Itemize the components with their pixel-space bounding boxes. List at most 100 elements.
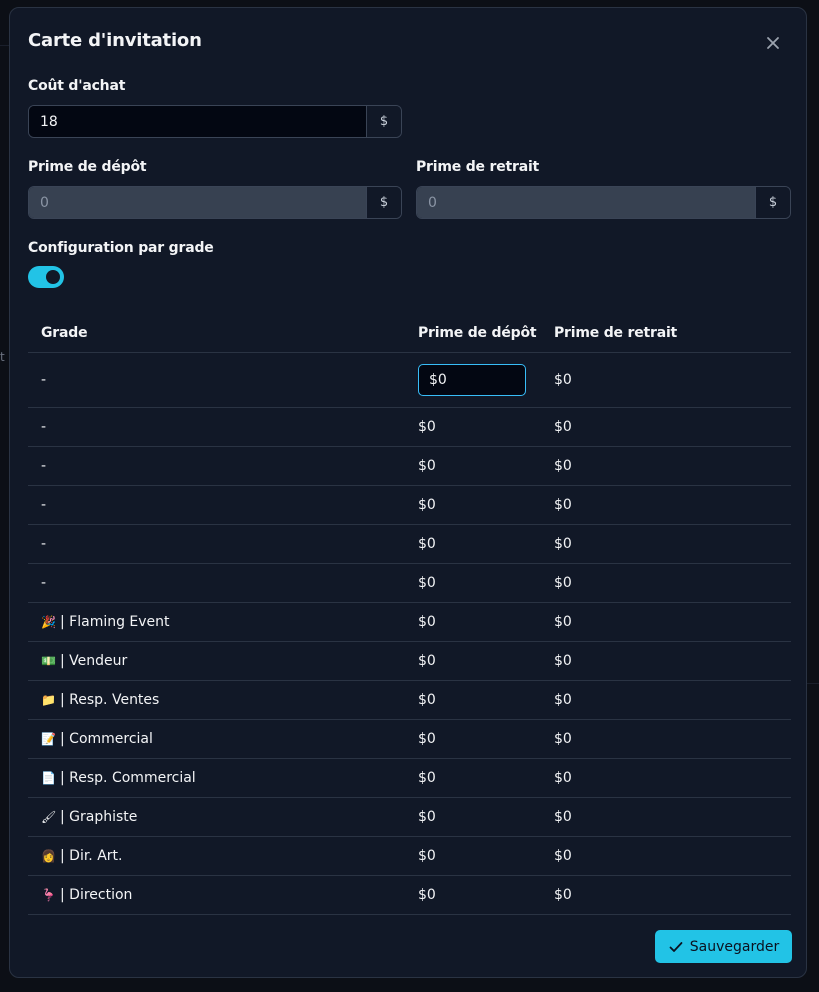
table-row: 🖌 | Graphiste $0 $0 [28, 798, 791, 837]
withdraw-cell[interactable]: $0 [554, 887, 572, 903]
table-row: - $0 $0 [28, 486, 791, 525]
deposit-cell-input[interactable] [418, 364, 526, 396]
currency-addon: $ [755, 187, 790, 218]
table-row: 📁 | Resp. Ventes $0 $0 [28, 681, 791, 720]
purchase-cost-field: $ [28, 105, 402, 138]
table-row: 🎉 | Flaming Event $0 $0 [28, 603, 791, 642]
deposit-cell[interactable]: $0 [418, 809, 436, 825]
table-row: - $0 $0 [28, 447, 791, 486]
table-row: - $0 $0 [28, 564, 791, 603]
table-row: 👩 | Dir. Art. $0 $0 [28, 837, 791, 876]
deposit-cell[interactable]: $0 [418, 770, 436, 786]
grade-config-toggle[interactable] [28, 266, 64, 288]
grade-emoji-icon: 🖌 [41, 810, 57, 824]
withdraw-bonus-field: $ [416, 186, 791, 219]
grade-cell: 📝 | Commercial [41, 731, 153, 747]
grade-name: | Resp. Ventes [60, 692, 160, 708]
table-row: 📄 | Resp. Commercial $0 $0 [28, 759, 791, 798]
deposit-cell[interactable]: $0 [418, 419, 436, 435]
withdraw-cell[interactable]: $0 [554, 848, 572, 864]
toggle-knob [46, 270, 60, 284]
withdraw-cell[interactable]: $0 [554, 497, 572, 513]
withdraw-cell[interactable]: $0 [554, 372, 572, 388]
grade-cell: 🖌 | Graphiste [41, 809, 137, 825]
deposit-cell[interactable]: $0 [418, 887, 436, 903]
grade-emoji-icon: 🎉 [41, 615, 56, 629]
deposit-bonus-field: $ [28, 186, 402, 219]
close-button[interactable] [762, 32, 784, 54]
grade-cell: 👩 | Dir. Art. [41, 848, 122, 864]
save-button[interactable]: Sauvegarder [655, 930, 792, 963]
grade-name: | Vendeur [60, 653, 128, 669]
check-icon [669, 941, 683, 952]
deposit-cell[interactable]: $0 [418, 536, 436, 552]
deposit-cell[interactable]: $0 [418, 497, 436, 513]
withdraw-cell[interactable]: $0 [554, 419, 572, 435]
deposit-cell[interactable]: $0 [418, 458, 436, 474]
grade-cell: 🎉 | Flaming Event [41, 614, 170, 630]
grade-name: | Resp. Commercial [60, 770, 196, 786]
grade-emoji-icon: 📝 [41, 732, 56, 746]
withdraw-cell[interactable]: $0 [554, 653, 572, 669]
deposit-cell[interactable]: $0 [418, 848, 436, 864]
grade-cell: 📁 | Resp. Ventes [41, 692, 159, 708]
purchase-cost-label: Coût d'achat [28, 78, 126, 94]
deposit-cell[interactable]: $0 [418, 614, 436, 630]
grade-cell: 🦩 | Direction [41, 887, 132, 903]
grade-cell: - [41, 536, 46, 552]
grade-name: - [41, 458, 47, 474]
background-fragment: t [0, 350, 5, 364]
withdraw-cell[interactable]: $0 [554, 614, 572, 630]
deposit-cell[interactable]: $0 [418, 692, 436, 708]
header-grade: Grade [41, 325, 88, 341]
grade-table: Grade Prime de dépôt Prime de retrait - $… [28, 313, 791, 915]
grade-name: - [41, 575, 47, 591]
deposit-bonus-label: Prime de dépôt [28, 159, 147, 175]
deposit-cell[interactable]: $0 [418, 731, 436, 747]
grade-cell: 📄 | Resp. Commercial [41, 770, 196, 786]
modal-title: Carte d'invitation [28, 30, 202, 51]
grade-emoji-icon: 🦩 [41, 888, 56, 902]
table-row: 💵 | Vendeur $0 $0 [28, 642, 791, 681]
table-row: 🦩 | Direction $0 $0 [28, 876, 791, 915]
table-row: - $0 $0 [28, 408, 791, 447]
grade-name: | Direction [60, 887, 133, 903]
grade-emoji-icon: 👩 [41, 849, 56, 863]
withdraw-bonus-label: Prime de retrait [416, 159, 540, 175]
grade-emoji-icon: 💵 [41, 654, 56, 668]
grade-cell: 💵 | Vendeur [41, 653, 127, 669]
table-row: - $0 $0 [28, 525, 791, 564]
grade-name: - [41, 419, 47, 435]
close-icon [767, 37, 779, 49]
withdraw-cell[interactable]: $0 [554, 809, 572, 825]
deposit-cell[interactable]: $0 [418, 653, 436, 669]
deposit-bonus-input[interactable] [29, 187, 366, 218]
grade-cell: - [41, 497, 46, 513]
table-header: Grade Prime de dépôt Prime de retrait [28, 313, 791, 353]
withdraw-cell[interactable]: $0 [554, 770, 572, 786]
grade-emoji-icon: 📁 [41, 693, 56, 707]
table-row: 📝 | Commercial $0 $0 [28, 720, 791, 759]
grade-cell: - [41, 419, 46, 435]
grade-name: - [41, 372, 47, 388]
grade-name: - [41, 497, 47, 513]
table-body: - $0 - $0 $0 - $0 $0 - $0 $0 - $0 $0 - $0 $0 🎉 | Flaming E… [28, 353, 791, 915]
withdraw-cell[interactable]: $0 [554, 731, 572, 747]
invitation-card-modal: Carte d'invitation Coût d'achat $ Prime … [9, 7, 807, 978]
withdraw-cell[interactable]: $0 [554, 458, 572, 474]
withdraw-bonus-input[interactable] [417, 187, 755, 218]
grade-name: | Flaming Event [60, 614, 170, 630]
grade-name: | Dir. Art. [60, 848, 123, 864]
grade-name: | Commercial [60, 731, 153, 747]
grade-cell: - [41, 575, 46, 591]
withdraw-cell[interactable]: $0 [554, 575, 572, 591]
grade-config-label: Configuration par grade [28, 240, 214, 256]
save-label: Sauvegarder [689, 938, 780, 955]
withdraw-cell[interactable]: $0 [554, 692, 572, 708]
withdraw-cell[interactable]: $0 [554, 536, 572, 552]
purchase-cost-input[interactable] [29, 106, 366, 137]
header-withdraw: Prime de retrait [554, 325, 678, 341]
grade-emoji-icon: 📄 [41, 771, 56, 785]
deposit-cell[interactable]: $0 [418, 575, 436, 591]
table-row: - $0 [28, 353, 791, 408]
